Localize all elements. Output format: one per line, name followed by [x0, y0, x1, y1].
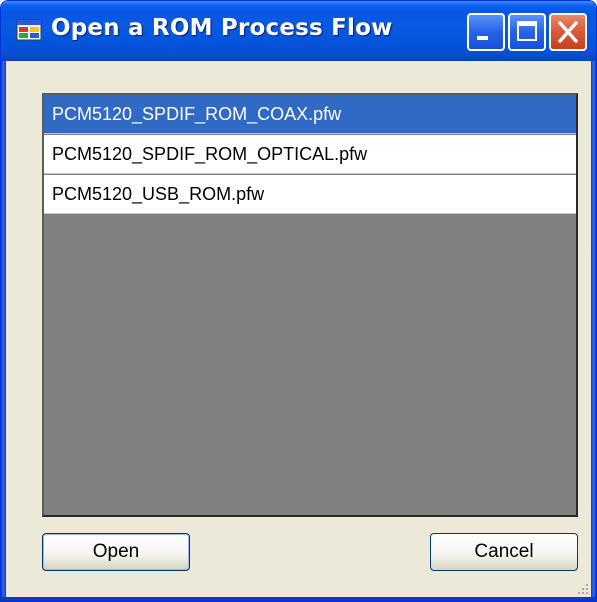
file-list-item[interactable]: PCM5120_USB_ROM.pfw: [44, 175, 576, 214]
close-icon: [558, 21, 578, 43]
title-bar[interactable]: Open a ROM Process Flow: [1, 1, 596, 61]
window-title: Open a ROM Process Flow: [51, 15, 393, 41]
resize-grip-icon[interactable]: [576, 581, 590, 595]
minimize-button[interactable]: [467, 13, 505, 51]
file-list[interactable]: PCM5120_SPDIF_ROM_COAX.pfw PCM5120_SPDIF…: [42, 93, 578, 517]
window-border-right: [591, 61, 596, 601]
window-border-bottom: [1, 597, 596, 601]
close-button[interactable]: [549, 13, 587, 51]
cancel-button[interactable]: Cancel: [430, 533, 578, 571]
file-list-item[interactable]: PCM5120_SPDIF_ROM_COAX.pfw: [44, 95, 576, 134]
app-window-icon: [16, 18, 42, 42]
maximize-button[interactable]: [508, 13, 546, 51]
maximize-icon: [517, 21, 537, 41]
file-list-item[interactable]: PCM5120_SPDIF_ROM_OPTICAL.pfw: [44, 135, 576, 174]
minimize-icon: [477, 36, 488, 40]
window-border-left: [1, 61, 6, 601]
open-button[interactable]: Open: [42, 533, 190, 571]
dialog-window: Open a ROM Process Flow PCM5120_SPDIF_RO…: [0, 0, 597, 602]
